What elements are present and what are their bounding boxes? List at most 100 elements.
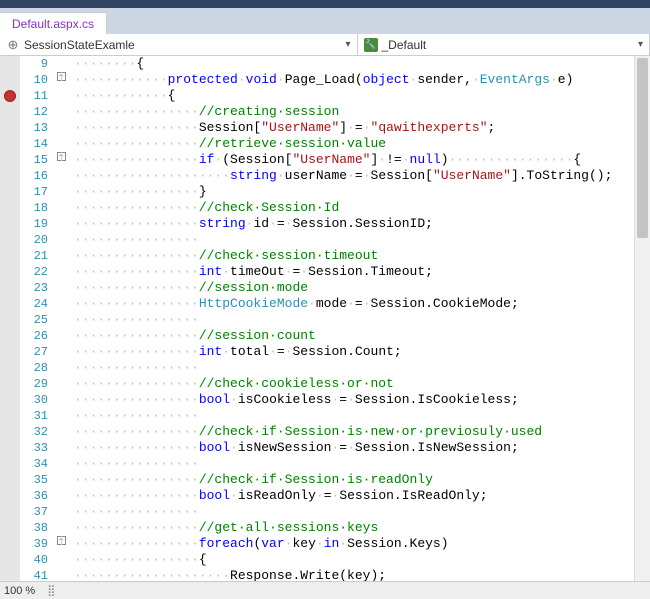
breakpoint-gutter[interactable] [0,216,20,232]
member-dropdown[interactable]: 🔧 _Default ▾ [358,34,650,55]
code-content[interactable]: ················//check·Session·Id [72,200,339,216]
code-line[interactable]: 36················bool·isReadOnly·=·Sess… [0,488,650,504]
code-line[interactable]: 22················int·timeOut·=·Session.… [0,264,650,280]
breakpoint-gutter[interactable] [0,456,20,472]
code-line[interactable]: 20················ [0,232,650,248]
breakpoint-gutter[interactable] [0,136,20,152]
fold-gutter[interactable]: − [54,72,68,81]
code-line[interactable]: 40················{ [0,552,650,568]
breakpoint-gutter[interactable] [0,232,20,248]
code-line[interactable]: 17················} [0,184,650,200]
code-line[interactable]: 28················ [0,360,650,376]
breakpoint-icon[interactable] [4,90,16,102]
code-content[interactable]: ················bool·isCookieless·=·Sess… [72,392,519,408]
code-content[interactable]: ················ [72,232,199,248]
code-line[interactable]: 41····················Response.Write(key… [0,568,650,581]
code-content[interactable]: ················ [72,456,199,472]
code-line[interactable]: 13················Session["UserName"]·=·… [0,120,650,136]
breakpoint-gutter[interactable] [0,408,20,424]
code-content[interactable]: ················//check·if·Session·is·re… [72,472,433,488]
breakpoint-gutter[interactable] [0,520,20,536]
code-line[interactable]: 30················bool·isCookieless·=·Se… [0,392,650,408]
code-editor[interactable]: 9········{10−············protected·void·… [0,56,650,581]
breakpoint-gutter[interactable] [0,72,20,88]
breakpoint-gutter[interactable] [0,504,20,520]
code-content[interactable]: ················ [72,408,199,424]
breakpoint-gutter[interactable] [0,440,20,456]
breakpoint-gutter[interactable] [0,88,20,104]
code-content[interactable]: ················if·(Session["UserName"]·… [72,152,581,168]
code-content[interactable]: ················Session["UserName"]·=·"q… [72,120,495,136]
code-line[interactable]: 25················ [0,312,650,328]
code-line[interactable]: 26················//session·count [0,328,650,344]
fold-gutter[interactable]: − [54,536,68,545]
code-line[interactable]: 29················//check·cookieless·or·… [0,376,650,392]
code-line[interactable]: 14················//retrieve·session·val… [0,136,650,152]
code-content[interactable]: ················} [72,184,207,200]
breakpoint-gutter[interactable] [0,280,20,296]
code-line[interactable]: 19················string·id·=·Session.Se… [0,216,650,232]
code-line[interactable]: 16····················string·userName·=·… [0,168,650,184]
code-content[interactable]: ····················Response.Write(key); [72,568,386,581]
breakpoint-gutter[interactable] [0,104,20,120]
code-line[interactable]: 38················//get·all·sessions·key… [0,520,650,536]
breakpoint-gutter[interactable] [0,536,20,552]
breakpoint-gutter[interactable] [0,248,20,264]
code-content[interactable]: ················//creating·session [72,104,339,120]
code-content[interactable]: ················bool·isReadOnly·=·Sessio… [72,488,488,504]
breakpoint-gutter[interactable] [0,120,20,136]
code-content[interactable]: ················//check·cookieless·or·no… [72,376,394,392]
breakpoint-gutter[interactable] [0,312,20,328]
vertical-scrollbar[interactable] [634,56,650,581]
breakpoint-gutter[interactable] [0,360,20,376]
code-line[interactable]: 39−················foreach(var·key·in·Se… [0,536,650,552]
breakpoint-gutter[interactable] [0,488,20,504]
zoom-level[interactable]: 100 % [4,585,35,597]
breakpoint-gutter[interactable] [0,296,20,312]
breakpoint-gutter[interactable] [0,376,20,392]
resize-grip-icon[interactable]: ⣿ [47,584,55,597]
code-line[interactable]: 18················//check·Session·Id [0,200,650,216]
breakpoint-gutter[interactable] [0,328,20,344]
code-content[interactable]: ················ [72,504,199,520]
breakpoint-gutter[interactable] [0,56,20,72]
code-content[interactable]: ················//session·count [72,328,316,344]
code-content[interactable]: ················{ [72,552,207,568]
code-content[interactable]: ················//check·if·Session·is·ne… [72,424,542,440]
breakpoint-gutter[interactable] [0,344,20,360]
code-content[interactable]: ················ [72,312,199,328]
breakpoint-gutter[interactable] [0,200,20,216]
code-content[interactable]: ················//check·session·timeout [72,248,378,264]
tab-default-aspx-cs[interactable]: Default.aspx.cs [0,12,107,34]
breakpoint-gutter[interactable] [0,392,20,408]
code-content[interactable]: ················int·timeOut·=·Session.Ti… [72,264,433,280]
code-line[interactable]: 10−············protected·void·Page_Load(… [0,72,650,88]
breakpoint-gutter[interactable] [0,264,20,280]
breakpoint-gutter[interactable] [0,168,20,184]
scope-dropdown[interactable]: ⊕ SessionStateExamle ▾ [0,34,358,55]
code-content[interactable]: ················foreach(var·key·in·Sessi… [72,536,449,552]
code-line[interactable]: 11············{ [0,88,650,104]
code-content[interactable]: ················//get·all·sessions·keys [72,520,378,536]
code-line[interactable]: 9········{ [0,56,650,72]
code-line[interactable]: 32················//check·if·Session·is·… [0,424,650,440]
code-line[interactable]: 23················//session·mode [0,280,650,296]
code-line[interactable]: 24················HttpCookieMode·mode·=·… [0,296,650,312]
breakpoint-gutter[interactable] [0,152,20,168]
code-content[interactable]: ················bool·isNewSession·=·Sess… [72,440,519,456]
code-content[interactable]: ················//retrieve·session·value [72,136,386,152]
breakpoint-gutter[interactable] [0,184,20,200]
vertical-scroll-thumb[interactable] [637,58,648,238]
code-content[interactable]: ····················string·userName·=·Se… [72,168,612,184]
breakpoint-gutter[interactable] [0,472,20,488]
code-content[interactable]: ················//session·mode [72,280,308,296]
fold-gutter[interactable]: − [54,152,68,161]
code-line[interactable]: 21················//check·session·timeou… [0,248,650,264]
code-line[interactable]: 33················bool·isNewSession·=·Se… [0,440,650,456]
code-content[interactable]: ················string·id·=·Session.Sess… [72,216,433,232]
code-line[interactable]: 12················//creating·session [0,104,650,120]
breakpoint-gutter[interactable] [0,424,20,440]
code-content[interactable]: ········{ [72,56,144,72]
code-line[interactable]: 15−················if·(Session["UserName… [0,152,650,168]
code-content[interactable]: ················int·total·=·Session.Coun… [72,344,402,360]
